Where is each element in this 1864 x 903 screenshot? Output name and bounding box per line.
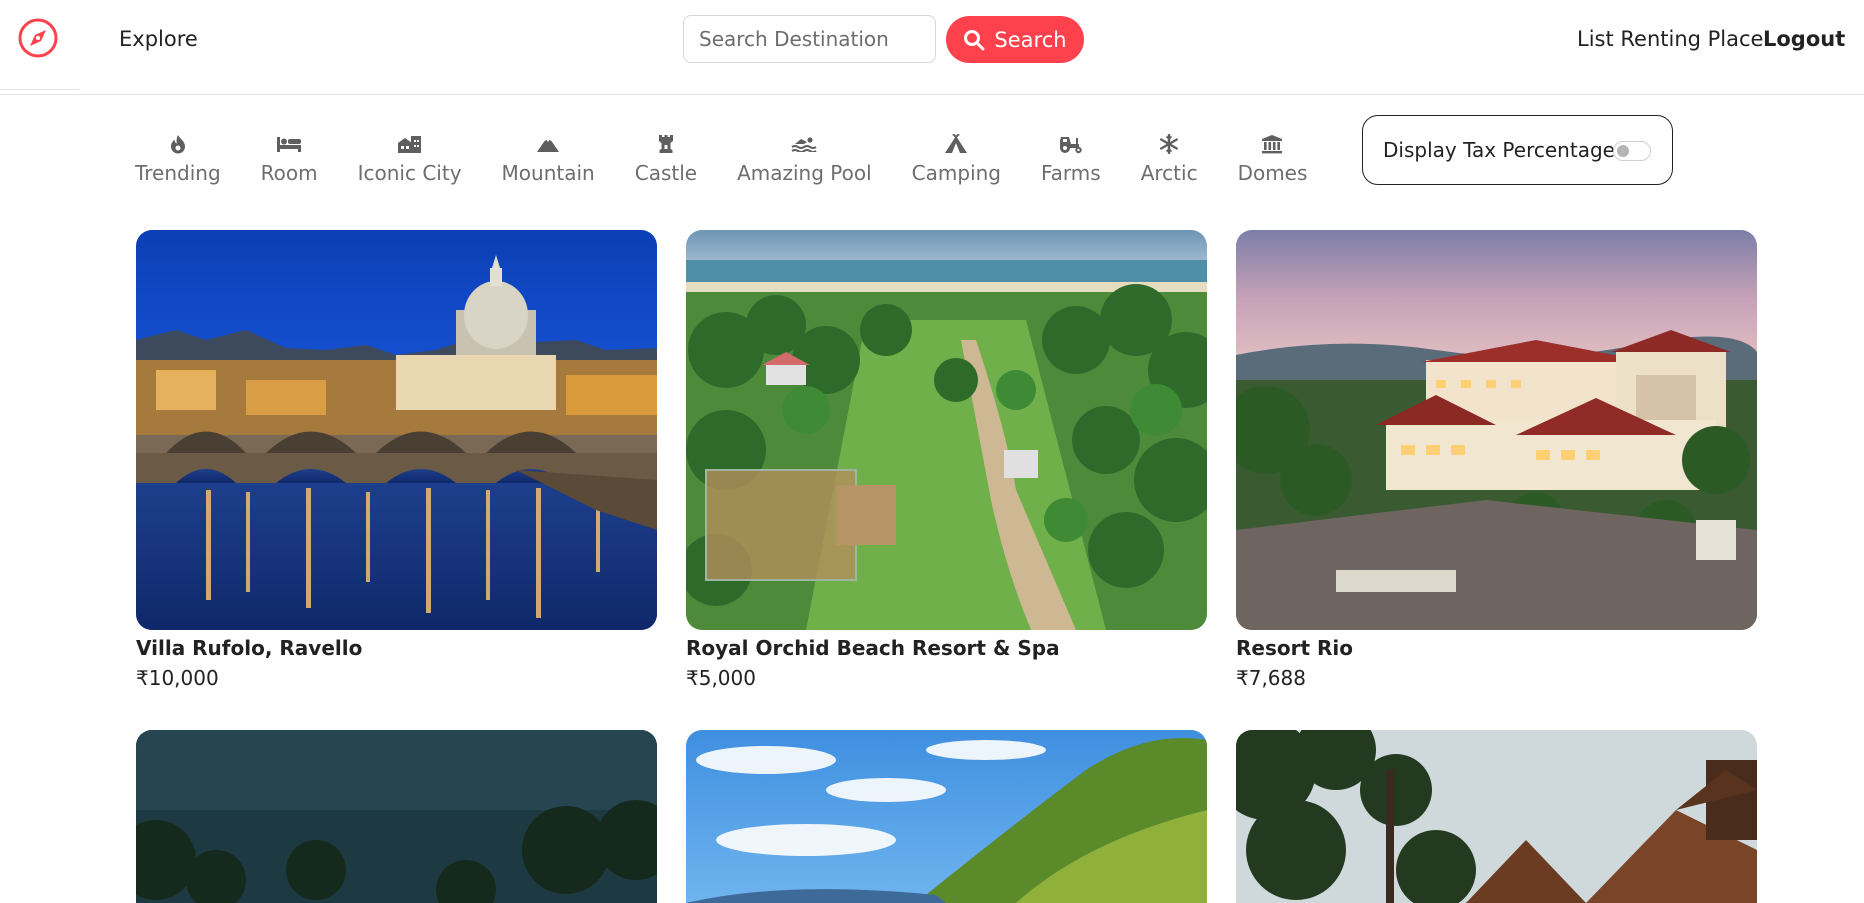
listing-image-forest-cottage[interactable]	[1236, 730, 1757, 903]
bed-icon	[276, 131, 302, 157]
filter-iconic-city[interactable]: Iconic City	[358, 131, 462, 185]
filter-label: Trending	[135, 161, 221, 185]
switch-knob	[1617, 145, 1629, 157]
listing-price: ₹7,688	[1236, 666, 1306, 690]
filter-label: Amazing Pool	[737, 161, 872, 185]
filter-domes[interactable]: Domes	[1237, 131, 1308, 185]
compass-icon	[18, 18, 58, 58]
brand-logo-link[interactable]	[0, 0, 79, 90]
filter-farms[interactable]: Farms	[1041, 131, 1101, 185]
tax-toggle-switch[interactable]	[1613, 141, 1651, 161]
castle-icon	[657, 131, 675, 157]
listing-title: Resort Rio	[1236, 636, 1353, 660]
listing-title: Royal Orchid Beach Resort & Spa	[686, 636, 1060, 660]
listing-price: ₹10,000	[136, 666, 219, 690]
top-navbar: Explore Search List Renting Place Logout	[0, 0, 1864, 95]
filter-label: Iconic City	[357, 161, 462, 185]
listing-price: ₹5,000	[686, 666, 756, 690]
filter-amazing-pool[interactable]: Amazing Pool	[737, 131, 872, 185]
tent-icon	[944, 131, 968, 157]
filter-mountain[interactable]: Mountain	[502, 131, 595, 185]
mountain-icon	[536, 131, 560, 157]
search-destination-input[interactable]	[683, 15, 936, 63]
listing-image-beach-resort[interactable]	[686, 230, 1207, 630]
tax-toggle-box: Display Tax Percentage	[1362, 115, 1673, 185]
search-icon	[964, 29, 985, 50]
city-icon	[397, 131, 423, 157]
listing-card[interactable]: Royal Orchid Beach Resort & Spa ₹5,000	[686, 230, 1207, 690]
tractor-icon	[1058, 131, 1084, 157]
tax-toggle-label: Display Tax Percentage	[1383, 138, 1615, 162]
swimmer-icon	[791, 131, 817, 157]
filter-label: Domes	[1237, 161, 1308, 185]
listing-card[interactable]: Resort Rio ₹7,688	[1236, 230, 1757, 690]
listing-card[interactable]	[1236, 730, 1757, 903]
search-button[interactable]: Search	[946, 16, 1084, 63]
listing-title: Villa Rufolo, Ravello	[136, 636, 363, 660]
filter-label: Castle	[634, 161, 698, 185]
snowflake-icon	[1159, 131, 1179, 157]
listing-card[interactable]	[136, 730, 657, 903]
fire-icon	[169, 131, 187, 157]
listing-image-green-hills[interactable]	[686, 730, 1207, 903]
filter-castle[interactable]: Castle	[635, 131, 697, 185]
listing-image-rome-night[interactable]	[136, 230, 657, 630]
listing-card[interactable]	[686, 730, 1207, 903]
filter-label: Farms	[1041, 161, 1101, 185]
search-button-label: Search	[994, 27, 1067, 52]
nav-explore-link[interactable]: Explore	[119, 27, 198, 51]
listing-card[interactable]: Villa Rufolo, Ravello ₹10,000	[136, 230, 657, 690]
filter-label: Room	[260, 161, 318, 185]
filter-label: Camping	[911, 161, 1001, 185]
filter-trending[interactable]: Trending	[135, 131, 221, 185]
filter-camping[interactable]: Camping	[912, 131, 1001, 185]
filter-label: Arctic	[1140, 161, 1198, 185]
dome-icon	[1261, 131, 1283, 157]
filter-room[interactable]: Room	[261, 131, 318, 185]
list-renting-place-link[interactable]: List Renting Place	[1577, 27, 1763, 51]
logout-link[interactable]: Logout	[1763, 27, 1845, 51]
category-filters: Trending Room Iconic City Mountain Castl…	[135, 131, 1347, 191]
listing-image-resort-rio[interactable]	[1236, 230, 1757, 630]
filter-arctic[interactable]: Arctic	[1141, 131, 1198, 185]
filter-label: Mountain	[501, 161, 595, 185]
listing-image-night-forest[interactable]	[136, 730, 657, 903]
